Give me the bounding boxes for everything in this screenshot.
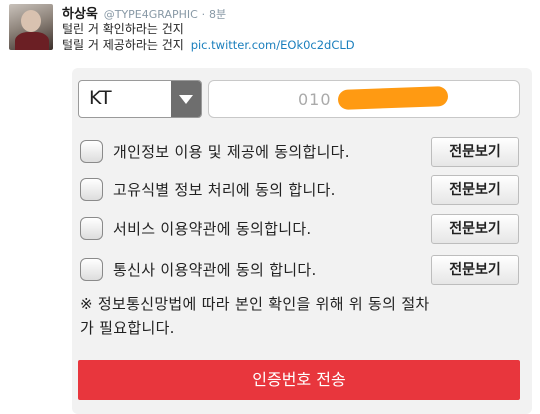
view-full-button-privacy[interactable]: 전문보기 <box>431 137 519 167</box>
consent-notice-line-2: 가 필요합니다. <box>80 319 175 337</box>
consent-label-unique-id: 고유식별 정보 처리에 동의 합니다. <box>113 181 336 199</box>
tweet-text-line-1: 털린 거 확인하라는 건지 <box>62 22 184 36</box>
consent-row-carrier-terms: 통신사 이용약관에 동의 합니다. 전문보기 <box>80 255 520 285</box>
consent-notice: ※ 정보통신망법에 따라 본인 확인을 위해 위 동의 절차 가 필요합니다. <box>80 292 520 340</box>
tweet-text-line-2: 털릴 거 제공하라는 건지 pic.twitter.com/EOk0c2dCLD <box>62 36 355 53</box>
redaction-mark <box>337 86 449 110</box>
avatar-body <box>15 32 49 50</box>
tweet: 하상욱 @TYPE4GRAPHIC · 8분 털린 거 확인하라는 건지 털릴 … <box>0 0 540 60</box>
consent-notice-line-1: ※ 정보통신망법에 따라 본인 확인을 위해 위 동의 절차 <box>80 295 430 313</box>
view-full-button-service-terms[interactable]: 전문보기 <box>431 214 519 244</box>
consent-row-privacy: 개인정보 이용 및 제공에 동의합니다. 전문보기 <box>80 137 520 167</box>
avatar-face <box>21 10 41 32</box>
consent-checkbox-unique-id[interactable] <box>80 178 103 201</box>
consent-row-unique-id: 고유식별 정보 처리에 동의 합니다. 전문보기 <box>80 175 520 205</box>
carrier-select[interactable]: KT <box>78 80 202 118</box>
phone-number-value: 010 <box>298 90 332 109</box>
consent-checkbox-privacy[interactable] <box>80 140 103 163</box>
meta-separator: · <box>201 8 206 21</box>
dropdown-arrow-icon[interactable] <box>171 81 201 117</box>
avatar[interactable] <box>9 4 53 50</box>
consent-label-privacy: 개인정보 이용 및 제공에 동의합니다. <box>113 143 350 161</box>
consent-label-carrier-terms: 통신사 이용약관에 동의 합니다. <box>113 261 317 279</box>
tweet-time[interactable]: 8분 <box>209 8 226 21</box>
carrier-selected-value: KT <box>89 87 112 109</box>
send-verification-code-button[interactable]: 인증번호 전송 <box>78 360 520 400</box>
tweet-media-link[interactable]: pic.twitter.com/EOk0c2dCLD <box>191 38 355 52</box>
consent-checkbox-carrier-terms[interactable] <box>80 258 103 281</box>
tweet-text-line-2-text: 털릴 거 제공하라는 건지 <box>62 38 184 52</box>
view-full-button-carrier-terms[interactable]: 전문보기 <box>431 255 519 285</box>
consent-row-service-terms: 서비스 이용약관에 동의합니다. 전문보기 <box>80 214 520 244</box>
view-full-button-unique-id[interactable]: 전문보기 <box>431 175 519 205</box>
consent-checkbox-service-terms[interactable] <box>80 217 103 240</box>
consent-label-service-terms: 서비스 이용약관에 동의합니다. <box>113 220 312 238</box>
